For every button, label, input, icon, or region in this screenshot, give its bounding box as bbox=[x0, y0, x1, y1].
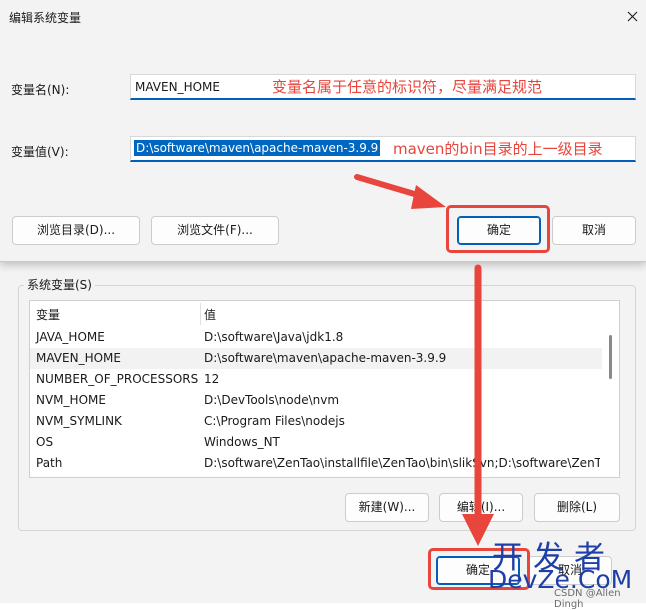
ok-highlight-box bbox=[446, 205, 550, 253]
table-row[interactable]: JAVA_HOME D:\software\Java\jdk1.8 bbox=[30, 327, 602, 348]
close-button[interactable] bbox=[621, 2, 645, 30]
value-hint-annotation: maven的bin目录的上一级目录 bbox=[393, 140, 603, 158]
row-variable-value: C:\Program Files\nodejs bbox=[204, 414, 345, 428]
close-icon bbox=[627, 11, 638, 22]
column-divider[interactable] bbox=[200, 303, 201, 325]
column-header-value[interactable]: 值 bbox=[204, 303, 216, 327]
row-variable-name: MAVEN_HOME bbox=[36, 351, 121, 365]
table-row-selected[interactable]: MAVEN_HOME D:\software\maven\apache-mave… bbox=[30, 348, 602, 369]
variable-name-label: 变量名(N): bbox=[11, 83, 70, 97]
dialog-title: 编辑系统变量 bbox=[9, 11, 82, 25]
name-hint-annotation: 变量名属于任意的标识符，尽量满足规范 bbox=[272, 78, 543, 96]
row-variable-value: D:\software\Java\jdk1.8 bbox=[204, 330, 344, 344]
table-scrollbar[interactable] bbox=[604, 303, 616, 473]
system-variables-label: 系统变量(S) bbox=[24, 276, 95, 293]
row-variable-name: NVM_HOME bbox=[36, 393, 106, 407]
system-variables-table[interactable]: 变量 值 JAVA_HOME D:\software\Java\jdk1.8 M… bbox=[29, 300, 620, 478]
table-scrollbar-thumb[interactable] bbox=[609, 335, 612, 379]
row-variable-name: OS bbox=[36, 435, 54, 449]
variable-value-selected-text: D:\software\maven\apache-maven-3.9.9 bbox=[134, 140, 381, 156]
edit-variable-button[interactable]: 编辑(I)... bbox=[439, 493, 523, 522]
table-row[interactable]: OS Windows_NT bbox=[30, 432, 602, 453]
table-row[interactable]: NVM_SYMLINK C:\Program Files\nodejs bbox=[30, 411, 602, 432]
table-row[interactable]: NVM_HOME D:\DevTools\node\nvm bbox=[30, 390, 602, 411]
table-row[interactable]: Path D:\software\ZenTao\installfile\ZenT… bbox=[30, 453, 602, 474]
table-row[interactable]: NUMBER_OF_PROCESSORS 12 bbox=[30, 369, 602, 390]
row-variable-value: 12 bbox=[204, 372, 220, 386]
browse-file-button[interactable]: 浏览文件(F)... bbox=[151, 216, 279, 245]
row-variable-value: D:\software\maven\apache-maven-3.9.9 bbox=[204, 351, 447, 365]
watermark-csdn: CSDN @Allen Dingh bbox=[554, 588, 621, 610]
row-variable-value: D:\DevTools\node\nvm bbox=[204, 393, 340, 407]
delete-variable-button[interactable]: 删除(L) bbox=[534, 493, 620, 522]
row-variable-name: NVM_SYMLINK bbox=[36, 414, 122, 428]
column-header-variable[interactable]: 变量 bbox=[36, 303, 60, 327]
row-variable-value: Windows_NT bbox=[204, 435, 280, 449]
row-variable-name: NUMBER_OF_PROCESSORS bbox=[36, 372, 199, 386]
new-variable-button[interactable]: 新建(W)... bbox=[345, 493, 429, 522]
row-variable-name: JAVA_HOME bbox=[36, 330, 105, 344]
watermark: 开发者 DevZe.CoM CSDN @Allen Dingh bbox=[484, 528, 644, 610]
variable-name-value: MAVEN_HOME bbox=[135, 80, 220, 94]
row-variable-value: D:\software\ZenTao\installfile\ZenTao\bi… bbox=[204, 456, 600, 470]
row-variable-name: Path bbox=[36, 456, 63, 470]
variable-value-label: 变量值(V): bbox=[11, 145, 69, 159]
browse-directory-button[interactable]: 浏览目录(D)... bbox=[12, 216, 140, 245]
dialog-cancel-button[interactable]: 取消 bbox=[552, 216, 636, 245]
